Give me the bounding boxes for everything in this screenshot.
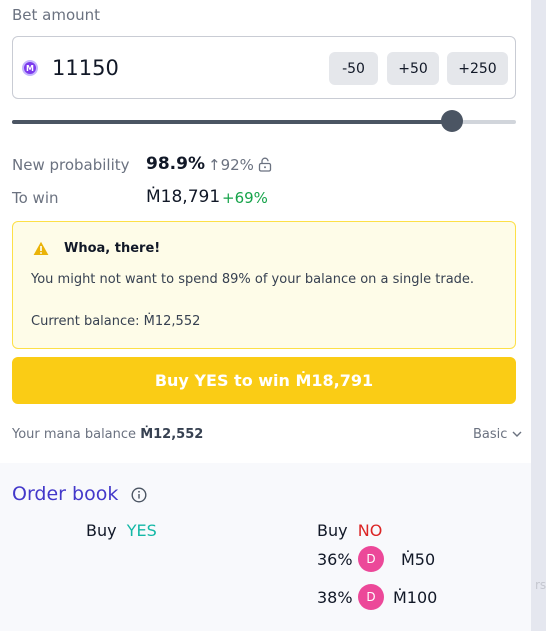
mana-balance-value: Ṁ12,552 (140, 427, 204, 442)
to-win-value: Ṁ18,791 (146, 187, 221, 207)
bet-panel: Bet amount M 11150 -50 +50 +250 New prob… (0, 0, 531, 463)
new-probability-value: 98.9% (146, 154, 205, 174)
lock-icon[interactable] (258, 157, 272, 172)
decrement-50-button[interactable]: -50 (329, 52, 378, 85)
warning-title: Whoa, there! (64, 241, 161, 256)
warning-body: You might not want to spend 89% of your … (31, 272, 475, 287)
new-probability-label: New probability (12, 156, 130, 174)
bet-amount-label: Bet amount (12, 6, 101, 24)
no-label: NO (357, 521, 383, 540)
avatar[interactable]: D (358, 546, 384, 572)
buy-yes-label: Buy (86, 521, 117, 540)
order-book-title: Order book (12, 483, 119, 505)
order-row-amount: Ṁ100 (393, 588, 438, 607)
right-rail (531, 0, 546, 631)
warning-current-balance: Current balance: Ṁ12,552 (31, 314, 201, 329)
buy-yes-header: Buy YES (86, 521, 157, 540)
mode-dropdown[interactable]: Basic (473, 427, 522, 442)
mana-balance: Your mana balance Ṁ12,552 (12, 427, 203, 442)
to-win-label: To win (12, 189, 59, 207)
warning-icon (33, 241, 49, 255)
mana-icon: M (22, 60, 38, 76)
probability-change: ↑92% (208, 156, 254, 174)
increment-50-button[interactable]: +50 (387, 52, 439, 85)
order-row-prob: 38% (317, 588, 353, 607)
mana-balance-label: Your mana balance (12, 427, 137, 442)
slider-fill (12, 120, 452, 124)
buy-no-label: Buy (317, 521, 348, 540)
info-icon[interactable] (131, 487, 147, 503)
buy-no-header: Buy NO (317, 521, 382, 540)
order-row-prob: 36% (317, 550, 353, 569)
mode-label: Basic (473, 427, 508, 442)
to-win-change: +69% (222, 189, 268, 207)
bet-slider[interactable] (12, 110, 516, 132)
order-book-panel: Order book Buy YES Buy NO 36% D Ṁ50 38% … (0, 463, 531, 631)
yes-label: YES (126, 521, 157, 540)
bet-amount-value[interactable]: 11150 (52, 56, 119, 80)
chevron-down-icon (512, 431, 522, 437)
buy-yes-button[interactable]: Buy YES to win Ṁ18,791 (12, 357, 516, 404)
warning-box: Whoa, there! You might not want to spend… (12, 221, 516, 349)
increment-250-button[interactable]: +250 (447, 52, 508, 85)
slider-thumb[interactable] (440, 110, 463, 132)
avatar[interactable]: D (358, 584, 384, 610)
rail-text: rs (535, 578, 546, 592)
order-row-amount: Ṁ50 (401, 550, 436, 569)
bet-amount-input[interactable]: M 11150 -50 +50 +250 (12, 36, 516, 99)
